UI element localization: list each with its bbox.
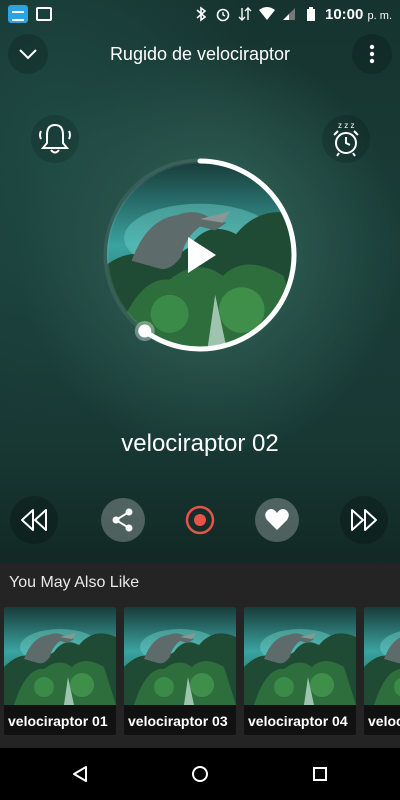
share-icon: [112, 508, 133, 532]
player-header: Rugido de velociraptor: [0, 34, 400, 74]
nav-back-button[interactable]: [66, 760, 94, 788]
card-thumbnail: [124, 607, 236, 705]
card-thumbnail: [4, 607, 116, 705]
share-button[interactable]: [101, 498, 145, 542]
battery-icon: [307, 7, 315, 21]
alarm-icon: [216, 8, 230, 22]
bluetooth-icon: [196, 6, 207, 22]
page-title: Rugido de velociraptor: [109, 44, 291, 64]
app-screen: 10:00 p. m. Rugido de velociraptor z z z: [0, 0, 400, 800]
play-icon: [188, 237, 216, 273]
signal-icon: [283, 8, 295, 20]
recommendation-list: velociraptor 01 velociraptor 03 velocira…: [4, 607, 400, 735]
cast-icon: [36, 7, 52, 21]
card-thumbnail: [244, 607, 356, 705]
collapse-button[interactable]: [8, 34, 48, 74]
card-label: velociraptor 01: [8, 713, 108, 729]
rewind-button[interactable]: [10, 496, 58, 544]
rewind-icon: [21, 509, 47, 531]
card-label: velociraptor 04: [248, 713, 348, 729]
fast-forward-icon: [351, 509, 377, 531]
data-arrows-icon: [238, 7, 252, 21]
home-circle-icon: [192, 766, 208, 782]
svg-text:z z z: z z z: [338, 121, 354, 130]
chevron-down-icon: [19, 49, 37, 60]
system-nav-bar: [0, 748, 400, 800]
wifi-icon: [259, 7, 275, 20]
track-name: velociraptor 02: [121, 430, 279, 457]
favorite-button[interactable]: [255, 498, 299, 542]
ringtone-button[interactable]: [31, 115, 79, 163]
more-vertical-icon: [369, 44, 375, 64]
fast-forward-button[interactable]: [340, 496, 388, 544]
album-art-disc: [101, 156, 299, 354]
record-icon: [185, 505, 215, 535]
app-icon: [8, 5, 28, 23]
player-controls: [0, 496, 400, 546]
recommendation-card[interactable]: velociraptor 04: [244, 607, 356, 735]
bell-icon: [39, 123, 71, 154]
sleep-timer-icon: z z z: [333, 121, 359, 157]
play-button[interactable]: [101, 156, 299, 354]
more-options-button[interactable]: [352, 34, 392, 74]
sleep-timer-button[interactable]: z z z: [322, 115, 370, 163]
card-label: velociraptor 05: [368, 713, 400, 729]
section-title: You May Also Like: [9, 574, 140, 591]
recommendation-card[interactable]: velociraptor 05: [364, 607, 400, 735]
recommendations-section: You May Also Like velociraptor 01 veloci…: [0, 563, 400, 748]
nav-home-button[interactable]: [186, 760, 214, 788]
heart-icon: [265, 509, 289, 530]
recommendation-card[interactable]: velociraptor 01: [4, 607, 116, 735]
card-label: velociraptor 03: [128, 713, 228, 729]
card-thumbnail: [364, 607, 400, 705]
status-bar: 10:00 p. m.: [0, 0, 400, 28]
back-triangle-icon: [73, 766, 87, 782]
nav-recents-button[interactable]: [306, 760, 334, 788]
recents-square-icon: [313, 767, 327, 781]
record-button[interactable]: [176, 496, 224, 544]
recommendation-card[interactable]: velociraptor 03: [124, 607, 236, 735]
status-time: 10:00 p. m.: [325, 5, 392, 23]
